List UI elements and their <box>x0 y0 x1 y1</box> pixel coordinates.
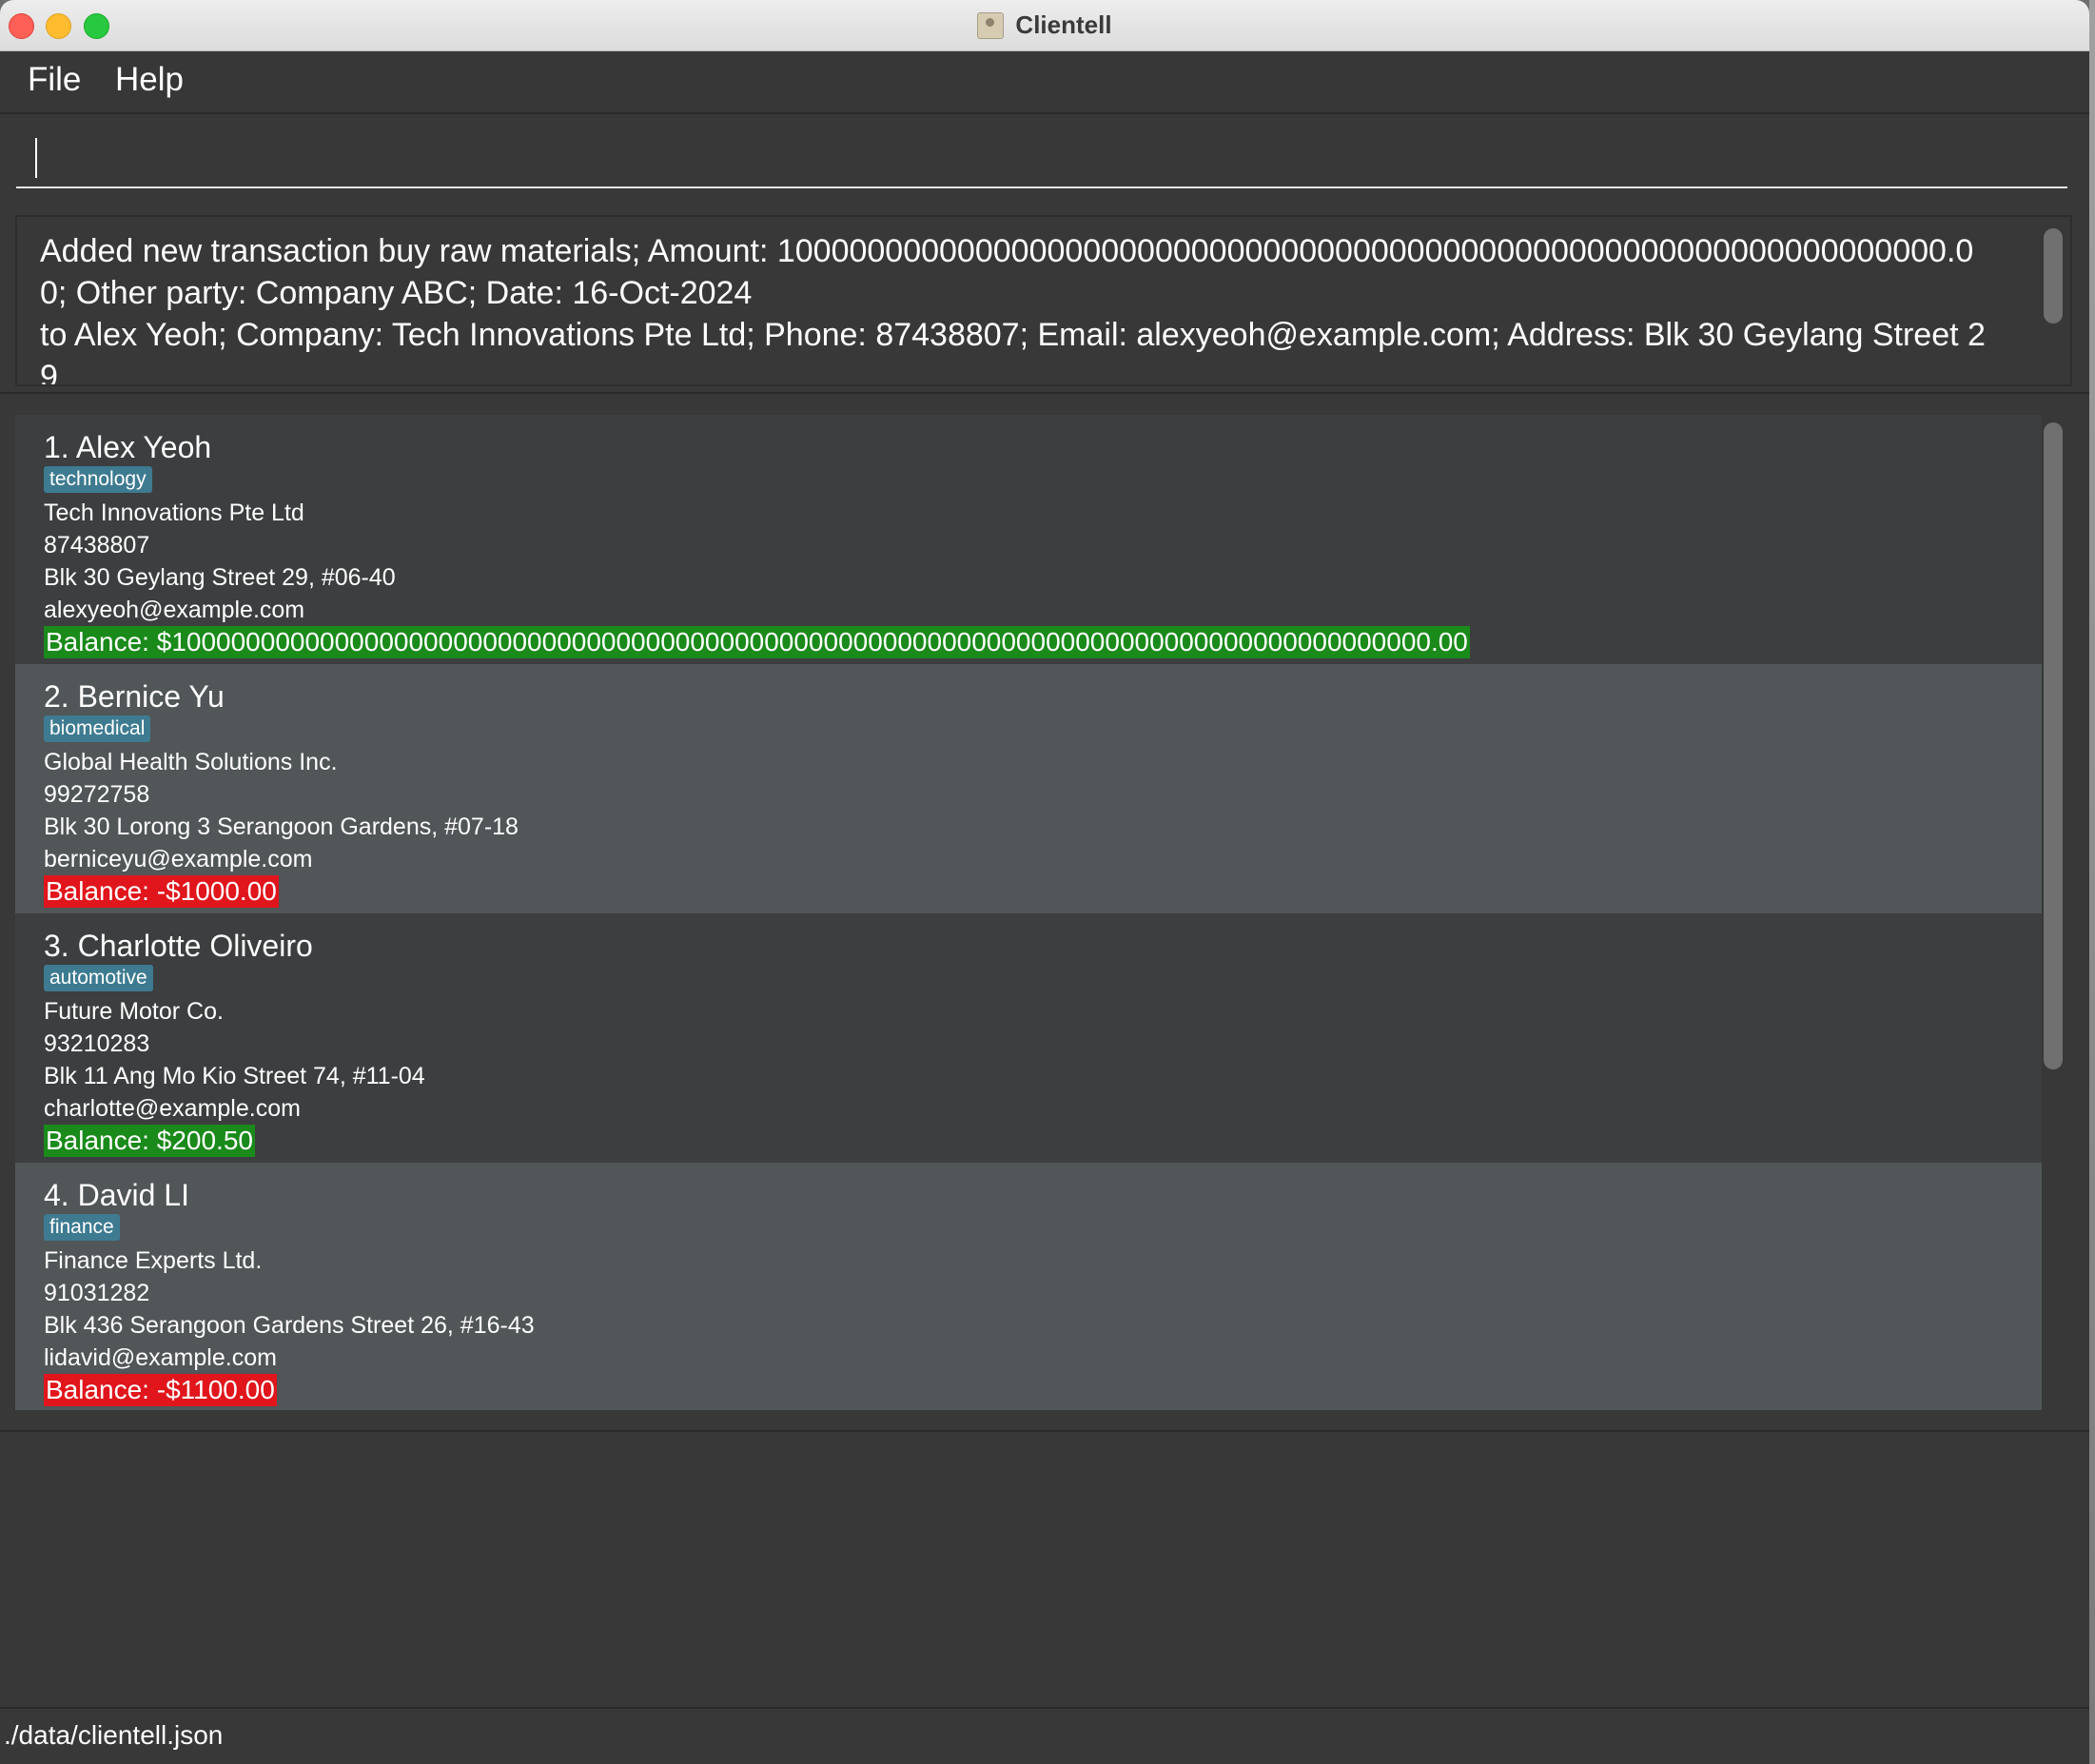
client-name: 4. David LI <box>44 1178 189 1212</box>
client-company: Tech Innovations Pte Ltd <box>44 500 304 526</box>
client-company: Global Health Solutions Inc. <box>44 749 338 775</box>
client-name: 2. Bernice Yu <box>44 679 225 714</box>
client-card[interactable]: 3. Charlotte Oliveiro automotive Future Mo… <box>15 913 2042 1163</box>
menu-help[interactable]: Help <box>115 61 184 99</box>
client-phone: 93210283 <box>44 1030 150 1057</box>
client-card[interactable]: 4. David LI finance Finance Experts Ltd. 91… <box>15 1163 2042 1410</box>
app-window: Clientell File Help Added new transactio… <box>0 0 2089 1764</box>
client-company: Finance Experts Ltd. <box>44 1247 263 1274</box>
client-email: charlotte@example.com <box>44 1095 301 1122</box>
client-name: 3. Charlotte Oliveiro <box>44 929 313 963</box>
client-list-scrollbar[interactable] <box>2044 422 2063 1069</box>
client-tag: automotive <box>44 965 153 991</box>
desktop-background-edge <box>2089 0 2095 1764</box>
result-display: Added new transaction buy raw materials;… <box>15 215 2072 386</box>
window-title: Clientell <box>1015 10 1112 39</box>
client-address: Blk 436 Serangoon Gardens Street 26, #16… <box>44 1312 535 1339</box>
result-message: Added new transaction buy raw materials;… <box>40 233 1986 386</box>
app-icon <box>977 11 1005 39</box>
client-tag: biomedical <box>44 715 151 742</box>
client-address: Blk 11 Ang Mo Kio Street 74, #11-04 <box>44 1063 425 1089</box>
client-company: Future Motor Co. <box>44 998 224 1025</box>
status-bar: ./data/clientell.json <box>0 1707 2089 1764</box>
client-phone: 87438807 <box>44 532 150 559</box>
client-address: Blk 30 Lorong 3 Serangoon Gardens, #07-1… <box>44 813 519 840</box>
client-card[interactable]: 2. Bernice Yu biomedical Global Health Sol… <box>15 664 2042 913</box>
client-email: berniceyu@example.com <box>44 846 313 872</box>
client-balance: Balance: -$1000.00 <box>44 875 279 908</box>
client-email: alexyeoh@example.com <box>44 597 305 623</box>
client-tag: finance <box>44 1214 120 1241</box>
data-file-path: ./data/clientell.json <box>4 1720 224 1750</box>
result-scrollbar[interactable] <box>2044 228 2063 323</box>
client-balance: Balance: -$1100.00 <box>44 1374 277 1406</box>
client-address: Blk 30 Geylang Street 29, #06-40 <box>44 564 396 591</box>
title-bar: Clientell <box>0 0 2089 51</box>
client-card[interactable]: 1. Alex Yeoh technology Tech Innovations P… <box>15 415 2042 664</box>
client-tag: technology <box>44 466 152 493</box>
command-input[interactable] <box>16 126 2067 188</box>
divider <box>0 392 2089 394</box>
client-name: 1. Alex Yeoh <box>44 430 212 464</box>
menu-file[interactable]: File <box>28 61 81 99</box>
client-list: 1. Alex Yeoh technology Tech Innovations P… <box>15 415 2042 1410</box>
client-phone: 91031282 <box>44 1280 150 1306</box>
menu-bar: File Help <box>0 51 2089 114</box>
divider <box>0 1430 2089 1432</box>
client-balance: Balance: $200.50 <box>44 1125 255 1157</box>
text-caret <box>35 138 37 178</box>
client-phone: 99272758 <box>44 781 150 808</box>
command-box <box>0 114 2089 206</box>
client-balance: Balance: $100000000000000000000000000000… <box>44 626 1470 658</box>
client-email: lidavid@example.com <box>44 1344 277 1371</box>
